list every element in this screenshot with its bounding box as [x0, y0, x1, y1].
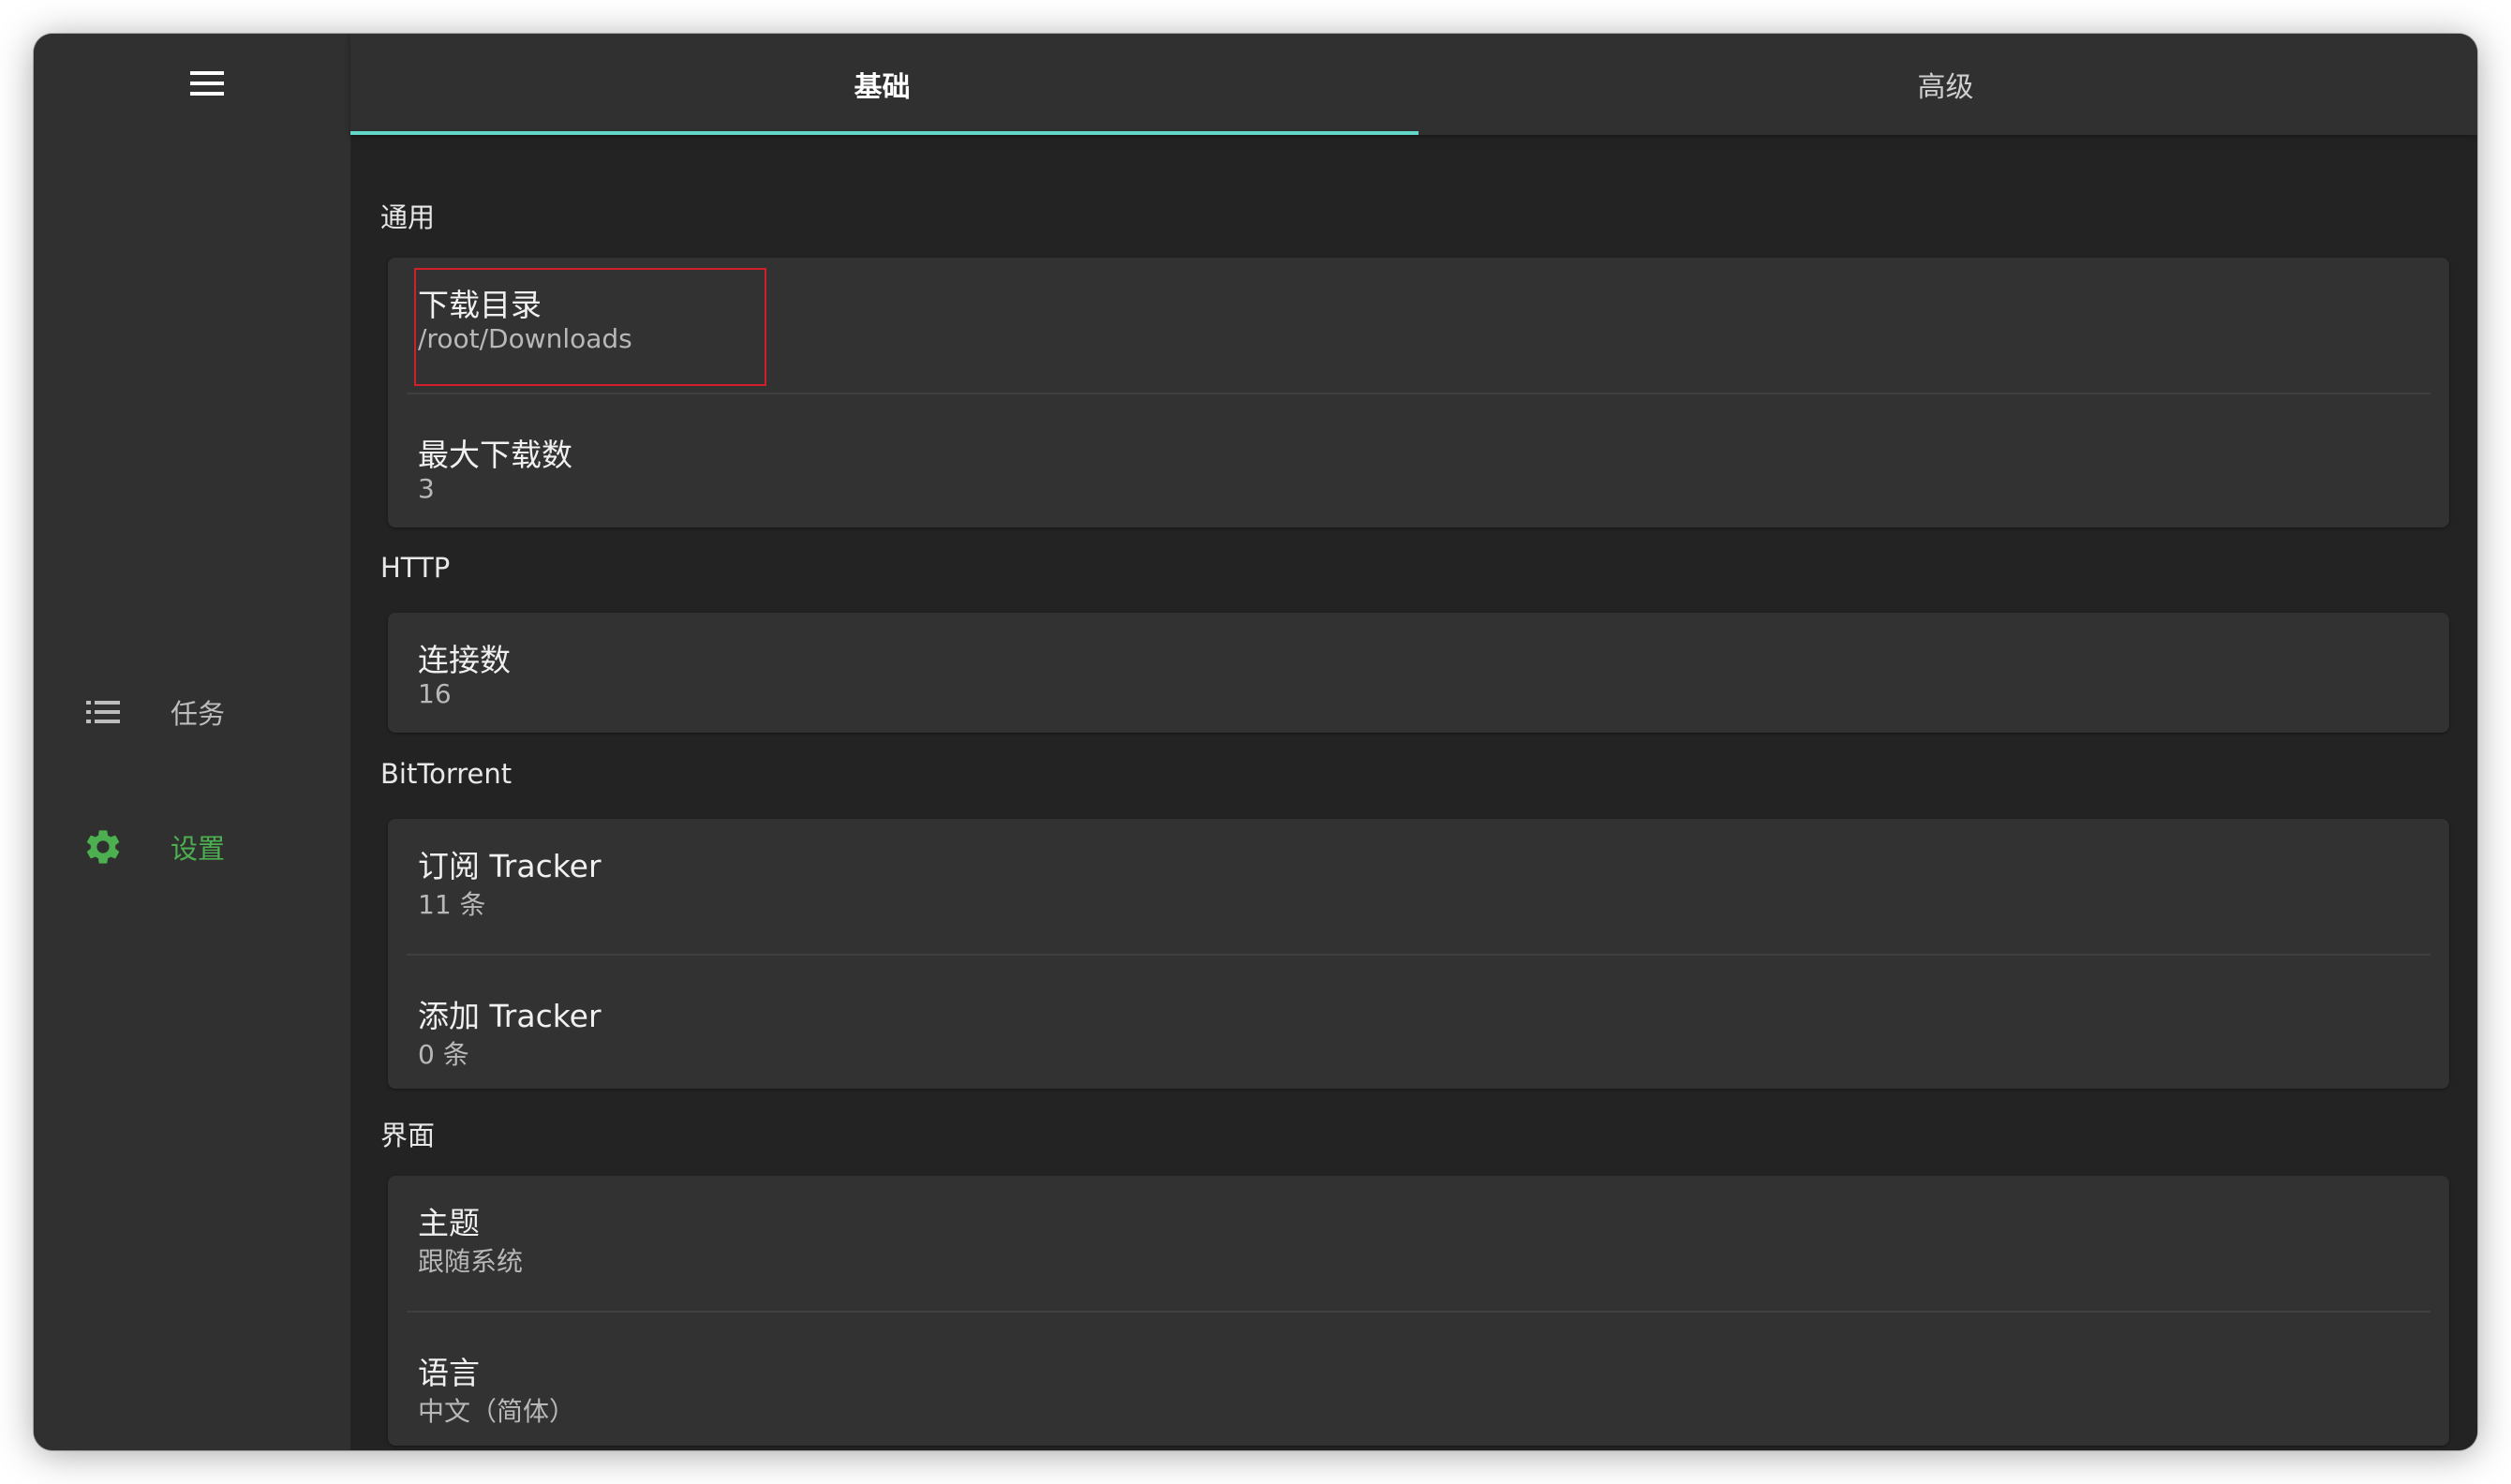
tab-advanced[interactable]: 高级	[1414, 34, 2477, 135]
list-icon	[75, 684, 131, 740]
setting-max-downloads[interactable]: 最大下载数 3	[388, 408, 2449, 527]
section-title-interface: 界面	[380, 1120, 436, 1151]
setting-value: /root/Downloads	[418, 323, 632, 354]
setting-value: 0 条	[418, 1039, 469, 1070]
setting-value: 3	[418, 473, 435, 504]
section-title-bittorrent: BitTorrent	[380, 758, 513, 790]
setting-value: 16	[418, 678, 452, 709]
section-title-http: HTTP	[380, 552, 451, 584]
setting-add-tracker[interactable]: 添加 Tracker 0 条	[388, 969, 2449, 1089]
setting-subscribe-tracker[interactable]: 订阅 Tracker 11 条	[388, 819, 2449, 939]
setting-connections[interactable]: 连接数 16	[388, 613, 2449, 733]
settings-card-bittorrent: 订阅 Tracker 11 条 添加 Tracker 0 条	[388, 819, 2449, 1089]
gear-icon	[75, 819, 131, 875]
sidebar-item-tasks[interactable]: 任务	[75, 675, 337, 749]
hamburger-menu-icon	[188, 69, 226, 101]
tab-basic[interactable]: 基础	[350, 34, 1414, 135]
setting-theme[interactable]: 主题 跟随系统	[388, 1176, 2449, 1296]
settings-card-http: 连接数 16	[388, 613, 2449, 733]
setting-value: 中文（简体）	[418, 1396, 576, 1427]
divider	[407, 954, 2430, 956]
setting-title: 语言	[418, 1355, 480, 1391]
settings-card-general: 下载目录 /root/Downloads 最大下载数 3	[388, 258, 2449, 527]
sidebar: 任务 设置	[34, 34, 350, 1450]
settings-card-interface: 主题 跟随系统 语言 中文（简体）	[388, 1176, 2449, 1446]
setting-title: 主题	[418, 1205, 480, 1241]
setting-title: 添加 Tracker	[418, 998, 602, 1034]
setting-value: 11 条	[418, 889, 486, 920]
setting-title: 最大下载数	[418, 437, 572, 473]
sidebar-item-label: 设置	[171, 833, 226, 865]
setting-title: 下载目录	[418, 287, 542, 323]
app-window: 任务 设置 基础 高级 通用 下载目录 /root/Downloads 最大下载…	[34, 34, 2477, 1450]
tab-indicator	[350, 131, 1419, 135]
setting-title: 订阅 Tracker	[418, 848, 602, 884]
tab-bar: 基础 高级	[350, 34, 2477, 135]
settings-content: 通用 下载目录 /root/Downloads 最大下载数 3 HTTP 连接数…	[350, 135, 2477, 1450]
setting-language[interactable]: 语言 中文（简体）	[388, 1326, 2449, 1446]
setting-title: 连接数	[418, 642, 511, 678]
sidebar-item-settings[interactable]: 设置	[75, 809, 337, 884]
divider	[407, 393, 2430, 394]
setting-value: 跟随系统	[418, 1246, 524, 1277]
menu-button[interactable]	[174, 52, 240, 118]
section-title-general: 通用	[380, 201, 436, 233]
divider	[407, 1311, 2430, 1313]
sidebar-item-label: 任务	[171, 698, 226, 730]
setting-download-directory[interactable]: 下载目录 /root/Downloads	[388, 258, 2449, 378]
